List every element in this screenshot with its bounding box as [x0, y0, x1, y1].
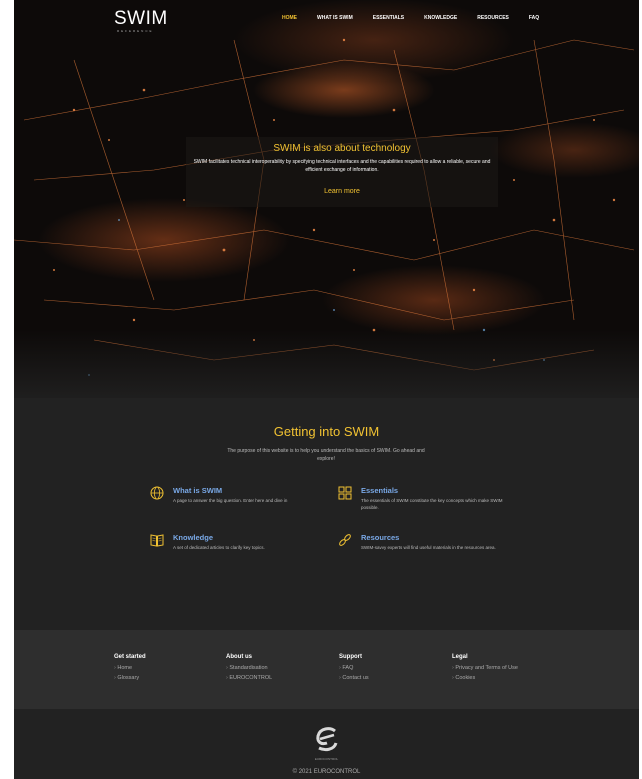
copyright-text: © 2021 EUROCONTROL: [292, 769, 361, 775]
nav-knowledge[interactable]: KNOWLEDGE: [424, 15, 457, 21]
footer-heading: Legal: [452, 654, 468, 660]
learn-more-link[interactable]: Learn more: [294, 188, 390, 195]
page: SWIM REFERENCE HOME WHAT IS SWIM ESSENTI…: [14, 0, 639, 779]
site-logo[interactable]: SWIM: [114, 8, 168, 30]
hero-banner: SWIM REFERENCE HOME WHAT IS SWIM ESSENTI…: [14, 0, 639, 410]
nav-what-is-swim[interactable]: WHAT IS SWIM: [317, 15, 353, 21]
nav-home[interactable]: HOME: [282, 15, 297, 21]
eurocontrol-logo[interactable]: [315, 726, 339, 754]
hero-title: SWIM is also about technology: [273, 143, 411, 154]
nav-resources[interactable]: RESOURCES: [477, 15, 509, 21]
footer-column-support: Support FAQ Contact us: [339, 654, 369, 683]
footer-heading: About us: [226, 654, 252, 660]
nav-essentials[interactable]: ESSENTIALS: [373, 15, 404, 21]
eurocontrol-logo-label: EUROCONTROL: [314, 757, 339, 761]
footer-link-cookies[interactable]: Cookies: [452, 673, 518, 683]
footer-column-about-us: About us Standardisation EUROCONTROL: [226, 654, 272, 683]
link-icon: [339, 534, 351, 546]
feature-description: The essentials of SWIM constitute the ke…: [361, 498, 503, 510]
footer-column-legal: Legal Privacy and Terms of Use Cookies: [452, 654, 518, 683]
hero-fade: [14, 330, 639, 410]
nav-faq[interactable]: FAQ: [529, 15, 539, 21]
footer-link-eurocontrol[interactable]: EUROCONTROL: [226, 673, 272, 683]
intro-title: Getting into SWIM: [273, 424, 380, 439]
intro-subtitle: The purpose of this website is to help y…: [227, 448, 425, 462]
feature-title[interactable]: Knowledge: [173, 533, 213, 542]
feature-description: A set of dedicated articles to clarify k…: [173, 545, 265, 550]
feature-description: A page to answer the big question. Enter…: [173, 498, 288, 503]
footer-link-privacy[interactable]: Privacy and Terms of Use: [452, 663, 518, 673]
feature-title[interactable]: What is SWIM: [173, 486, 222, 495]
footer-column-get-started: Get started Home Glossary: [114, 654, 146, 683]
globe-icon: [150, 486, 164, 500]
book-icon: [150, 534, 164, 547]
footer-link-faq[interactable]: FAQ: [339, 663, 369, 673]
footer-link-home[interactable]: Home: [114, 663, 146, 673]
footer-link-standardisation[interactable]: Standardisation: [226, 663, 272, 673]
grid-icon: [338, 486, 352, 500]
footer-heading: Support: [339, 654, 362, 660]
footer-link-contact-us[interactable]: Contact us: [339, 673, 368, 683]
hero-text: SWIM facilitates technical interoperabil…: [193, 159, 491, 173]
feature-title[interactable]: Resources: [361, 533, 399, 542]
main-nav: HOME WHAT IS SWIM ESSENTIALS KNOWLEDGE R…: [282, 15, 539, 21]
footer-heading: Get started: [114, 654, 146, 660]
feature-title[interactable]: Essentials: [361, 486, 398, 495]
feature-description: SWIM-savvy experts will find useful mate…: [361, 545, 496, 550]
footer-links-area: [14, 630, 639, 709]
footer-link-glossary[interactable]: Glossary: [114, 673, 146, 683]
site-logo-subtitle: REFERENCE: [117, 29, 154, 33]
